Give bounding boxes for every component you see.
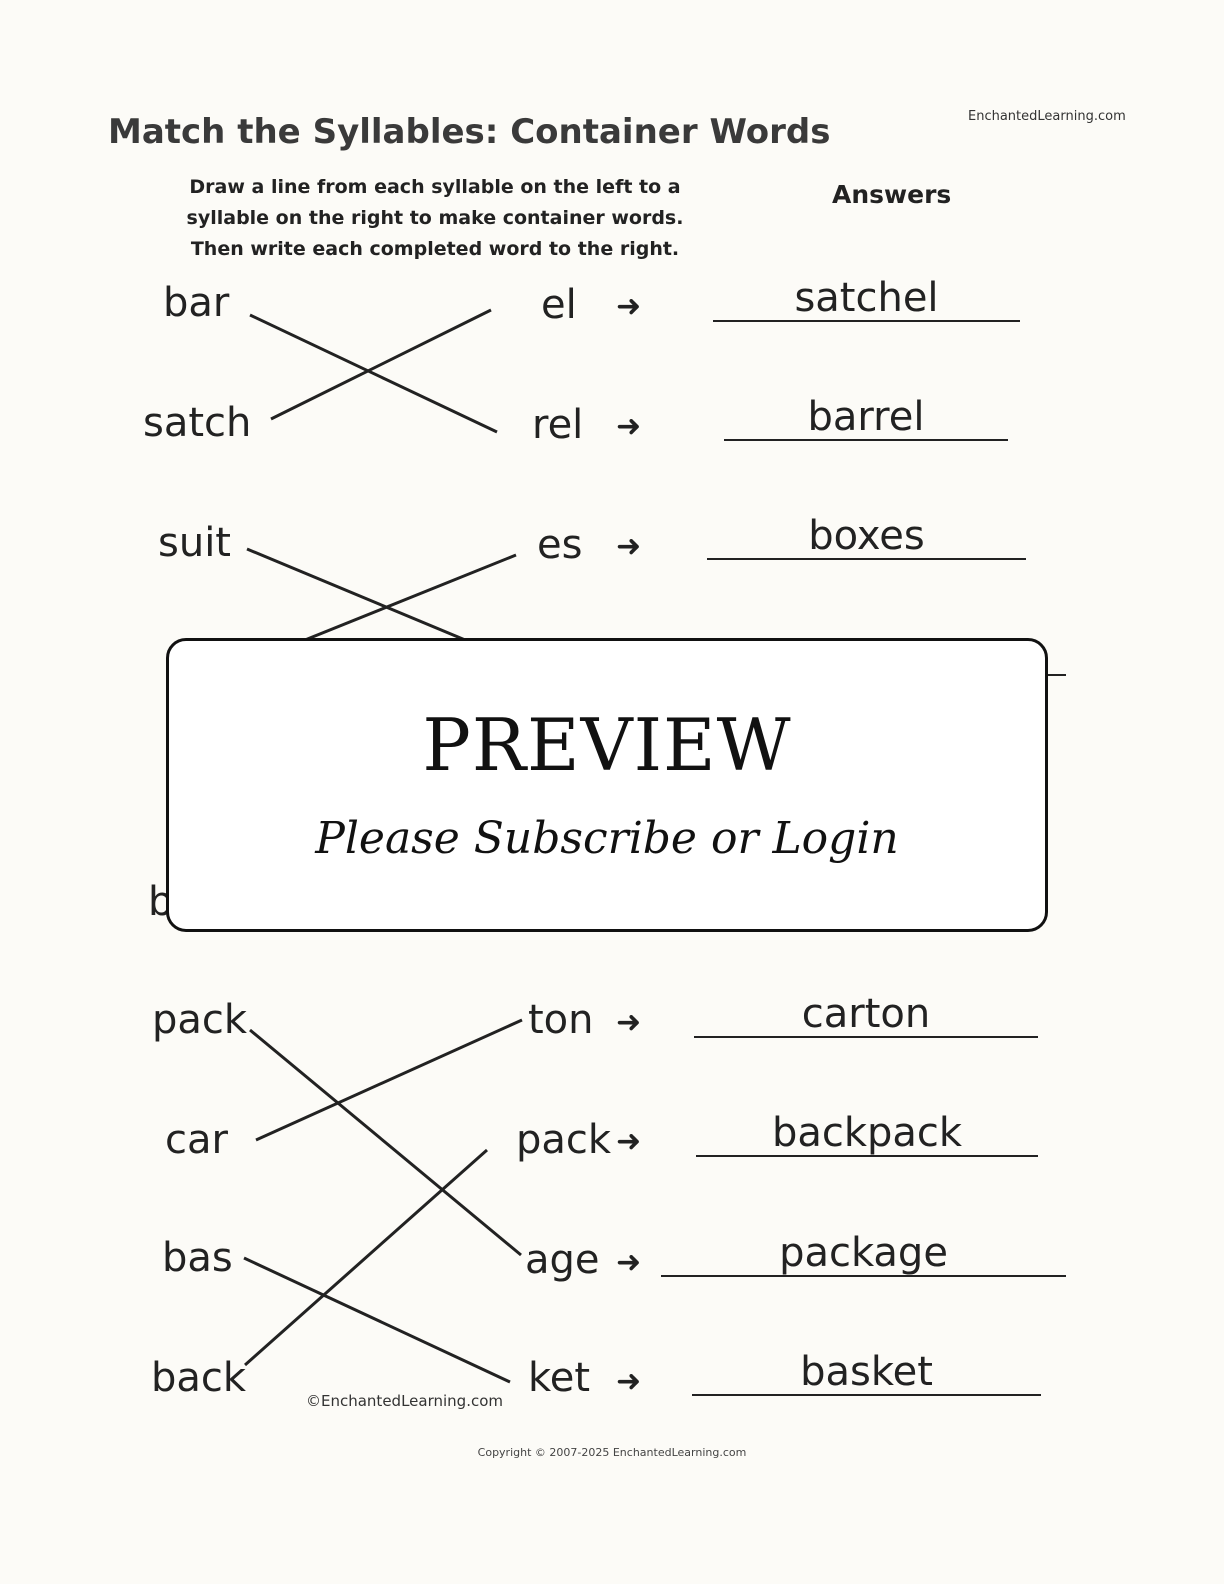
right-syllable: ton	[528, 997, 594, 1043]
right-arrow-icon: ➜	[616, 409, 642, 444]
right-syllable: el	[541, 282, 577, 328]
right-arrow-icon: ➜	[616, 1364, 642, 1399]
match-line	[249, 313, 498, 434]
left-syllable: satch	[143, 400, 252, 446]
worksheet-copyright: ©EnchantedLearning.com	[306, 1392, 503, 1410]
left-syllable: car	[165, 1117, 228, 1163]
right-syllable: ket	[528, 1355, 591, 1401]
answer-word: backpack	[696, 1113, 1038, 1157]
match-line	[270, 308, 492, 421]
right-syllable: es	[537, 522, 583, 568]
subscribe-login-prompt[interactable]: Please Subscribe or Login	[169, 813, 1045, 864]
left-syllable: pack	[152, 997, 248, 1043]
right-syllable: age	[525, 1237, 600, 1283]
right-arrow-icon: ➜	[616, 289, 642, 324]
page-copyright: Copyright © 2007-2025 EnchantedLearning.…	[477, 1446, 747, 1459]
preview-overlay[interactable]: PREVIEW Please Subscribe or Login	[166, 638, 1048, 932]
right-arrow-icon: ➜	[616, 529, 642, 564]
left-syllable: back	[151, 1355, 247, 1401]
left-syllable: suit	[158, 520, 231, 566]
answer-word: barrel	[724, 397, 1008, 441]
worksheet-page: Match the Syllables: Container Words Enc…	[0, 0, 1224, 1584]
match-line	[255, 1018, 523, 1142]
preview-title: PREVIEW	[422, 703, 792, 787]
answer-word: boxes	[707, 516, 1026, 560]
right-arrow-icon: ➜	[616, 1005, 642, 1040]
match-line	[246, 547, 471, 644]
right-arrow-icon: ➜	[616, 1245, 642, 1280]
right-arrow-icon: ➜	[616, 1124, 642, 1159]
match-line	[244, 1148, 488, 1367]
answer-word: satchel	[713, 278, 1020, 322]
left-syllable: bas	[162, 1235, 233, 1281]
answer-word: package	[661, 1233, 1066, 1277]
match-line	[249, 1028, 522, 1257]
left-syllable: bar	[163, 280, 230, 326]
match-line	[299, 553, 517, 644]
answer-word: carton	[694, 994, 1038, 1038]
right-syllable: pack	[516, 1117, 612, 1163]
right-syllable: rel	[532, 402, 584, 448]
match-line	[243, 1256, 511, 1384]
answer-word: basket	[692, 1352, 1041, 1396]
